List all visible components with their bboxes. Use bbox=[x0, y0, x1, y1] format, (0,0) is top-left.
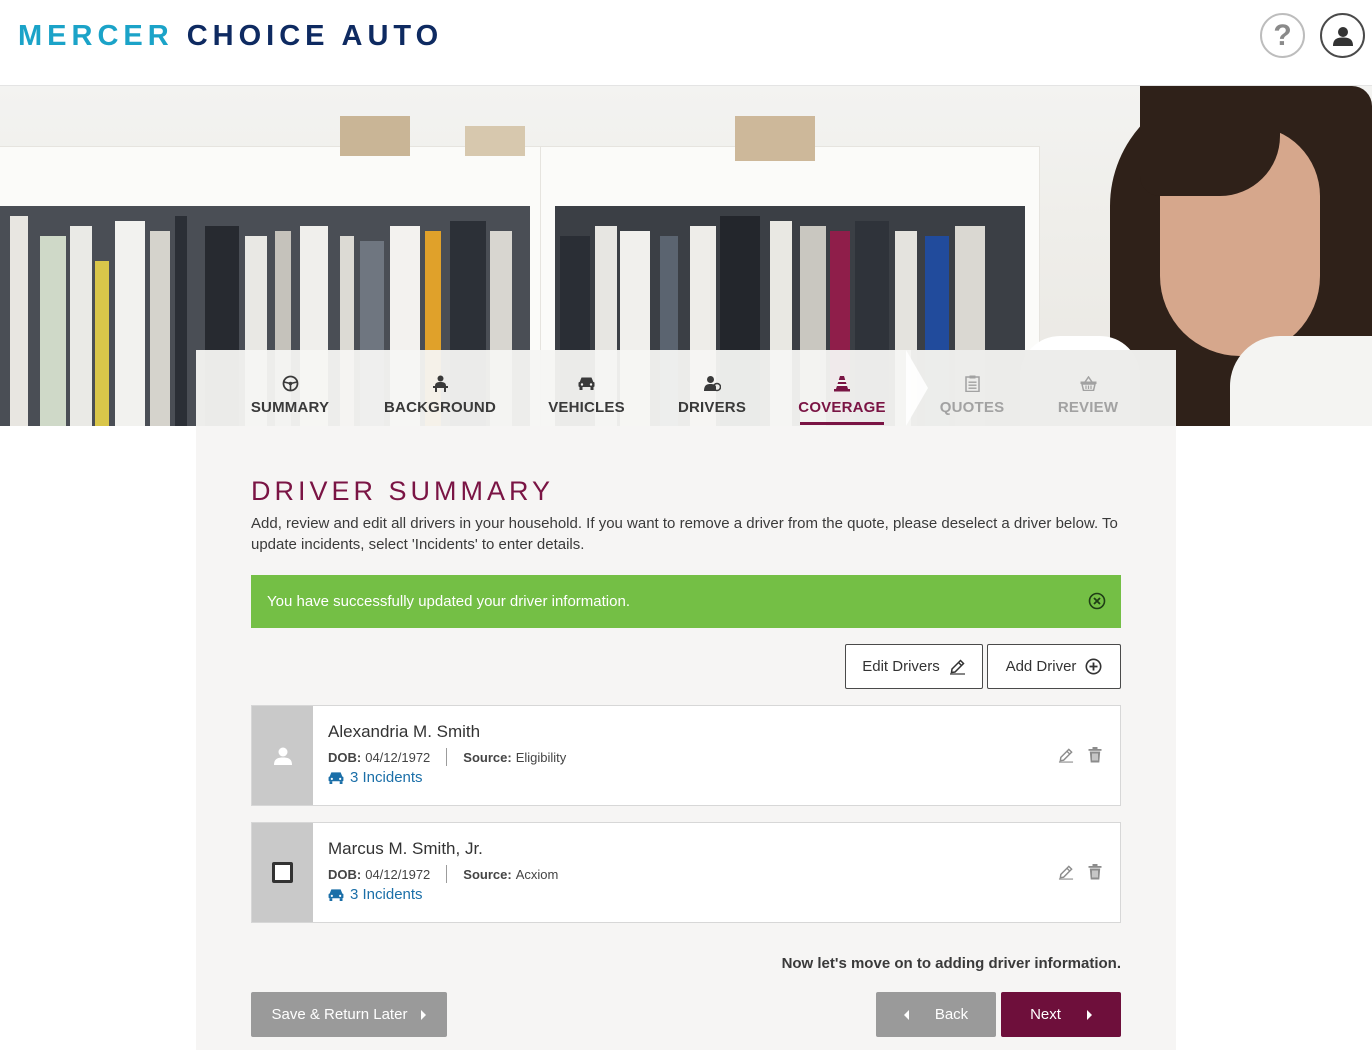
account-button[interactable] bbox=[1320, 13, 1365, 58]
source-value: Acxiom bbox=[515, 866, 559, 882]
driver-name: Alexandria M. Smith bbox=[328, 722, 481, 741]
save-return-later-button[interactable]: Save & Return Later bbox=[251, 992, 447, 1037]
source-label: Source: bbox=[463, 749, 512, 765]
traffic-cone-icon bbox=[834, 375, 850, 391]
intro-text: Add, review and edit all drivers in your… bbox=[251, 515, 1118, 553]
person-desk-icon bbox=[432, 375, 448, 392]
tab-review: REVIEW bbox=[1057, 350, 1119, 426]
driver-name: Marcus M. Smith, Jr. bbox=[328, 839, 483, 858]
next-label: Next bbox=[1030, 1006, 1061, 1023]
main-panel: DRIVER SUMMARY Add, review and edit all … bbox=[196, 426, 1176, 1050]
steering-wheel-icon bbox=[282, 375, 298, 391]
add-driver-label: Add Driver bbox=[1005, 658, 1077, 675]
tab-label: QUOTES bbox=[939, 399, 1005, 416]
car-icon bbox=[328, 772, 344, 784]
back-label: Back bbox=[934, 1006, 969, 1023]
driver-meta: DOB: 04/12/1972 Source: Acxiom bbox=[328, 865, 558, 883]
dob-label: DOB: bbox=[328, 866, 362, 882]
top-header: MERCER CHOICE AUTO ? bbox=[0, 0, 1372, 86]
alert-message: You have successfully updated your drive… bbox=[267, 593, 630, 610]
dob-label: DOB: bbox=[328, 749, 362, 765]
trash-icon bbox=[1088, 864, 1102, 880]
tab-label: COVERAGE bbox=[798, 399, 886, 416]
driver-select-area bbox=[252, 823, 313, 922]
page-title: DRIVER SUMMARY bbox=[251, 476, 555, 506]
tab-quotes: QUOTES bbox=[940, 350, 1004, 426]
tab-coverage[interactable]: COVERAGE bbox=[798, 350, 886, 426]
chevron-right-icon bbox=[1086, 1009, 1092, 1020]
tab-drivers[interactable]: DRIVERS bbox=[677, 350, 747, 426]
tab-vehicles[interactable]: VEHICLES bbox=[548, 350, 625, 426]
active-tab-underline bbox=[800, 422, 884, 425]
pencil-icon bbox=[1058, 748, 1074, 763]
pencil-icon bbox=[1058, 865, 1074, 880]
edit-driver-button[interactable] bbox=[1057, 746, 1075, 764]
incidents-label: 3 Incidents bbox=[350, 886, 423, 903]
delete-driver-button[interactable] bbox=[1086, 746, 1104, 764]
driver-card: Alexandria M. Smith DOB: 04/12/1972 Sour… bbox=[251, 705, 1121, 806]
save-label: Save & Return Later bbox=[271, 1006, 408, 1023]
logo-text-choice-auto: CHOICE AUTO bbox=[186, 20, 444, 52]
include-driver-checkbox[interactable] bbox=[272, 862, 293, 883]
close-alert-icon[interactable] bbox=[1088, 592, 1106, 610]
clipboard-icon bbox=[964, 375, 980, 392]
meta-divider bbox=[446, 748, 448, 766]
primary-driver-marker bbox=[252, 706, 313, 805]
tab-label: SUMMARY bbox=[250, 399, 330, 416]
edit-drivers-button[interactable]: Edit Drivers bbox=[845, 644, 983, 689]
dob-value: 04/12/1972 bbox=[365, 866, 431, 882]
next-step-hint: Now let's move on to adding driver infor… bbox=[781, 955, 1121, 972]
tab-summary[interactable]: SUMMARY bbox=[250, 350, 330, 426]
tab-label: VEHICLES bbox=[548, 399, 625, 416]
user-icon bbox=[273, 747, 292, 765]
trash-icon bbox=[1088, 747, 1102, 763]
tab-label: DRIVERS bbox=[677, 399, 747, 416]
delete-driver-button[interactable] bbox=[1086, 863, 1104, 881]
dob-value: 04/12/1972 bbox=[365, 749, 431, 765]
brand-logo[interactable]: MERCER CHOICE AUTO bbox=[18, 20, 443, 53]
basket-icon bbox=[1080, 375, 1096, 391]
car-icon bbox=[578, 377, 595, 390]
car-icon bbox=[328, 889, 344, 901]
tab-label: REVIEW bbox=[1057, 399, 1119, 416]
success-alert: You have successfully updated your drive… bbox=[251, 575, 1121, 628]
plus-circle-icon bbox=[1085, 658, 1102, 675]
chevron-right-icon bbox=[421, 1009, 427, 1020]
driver-card: Marcus M. Smith, Jr. DOB: 04/12/1972 Sou… bbox=[251, 822, 1121, 923]
edit-driver-button[interactable] bbox=[1057, 863, 1075, 881]
source-label: Source: bbox=[463, 866, 512, 882]
logo-text-mercer: MERCER bbox=[18, 20, 174, 52]
help-button[interactable]: ? bbox=[1260, 13, 1305, 58]
user-icon bbox=[1332, 26, 1353, 46]
driver-icon bbox=[703, 375, 721, 391]
incidents-link[interactable]: 3 Incidents bbox=[328, 769, 423, 786]
pencil-icon bbox=[949, 659, 965, 675]
chevron-left-icon bbox=[903, 1009, 909, 1020]
tabs-chevron-separator bbox=[906, 350, 928, 426]
next-button[interactable]: Next bbox=[1001, 992, 1121, 1037]
incidents-link[interactable]: 3 Incidents bbox=[328, 886, 423, 903]
driver-meta: DOB: 04/12/1972 Source: Eligibility bbox=[328, 748, 566, 766]
progress-tabs: SUMMARY BACKGROUND VEHICLES DRIVERS COVE… bbox=[196, 350, 1176, 426]
question-mark-icon: ? bbox=[1273, 18, 1292, 52]
tab-background[interactable]: BACKGROUND bbox=[384, 350, 496, 426]
back-button[interactable]: Back bbox=[876, 992, 996, 1037]
source-value: Eligibility bbox=[515, 749, 567, 765]
incidents-label: 3 Incidents bbox=[350, 769, 423, 786]
edit-drivers-label: Edit Drivers bbox=[862, 658, 940, 675]
add-driver-button[interactable]: Add Driver bbox=[987, 644, 1121, 689]
tab-label: BACKGROUND bbox=[384, 399, 496, 416]
meta-divider bbox=[446, 865, 448, 883]
